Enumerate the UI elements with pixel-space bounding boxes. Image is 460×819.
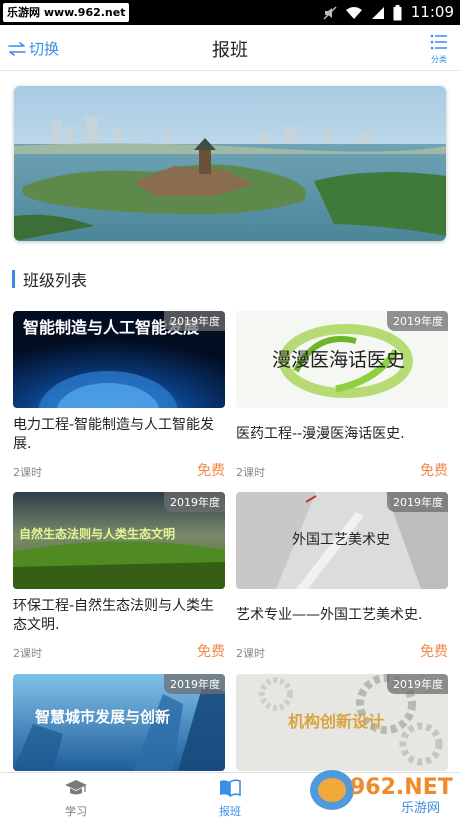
thumbnail-title: 外国工艺美术史 <box>292 532 390 548</box>
thumbnail-title: 漫漫医海话医史 <box>272 349 405 371</box>
year-badge: 2019年度 <box>387 674 448 694</box>
top-nav-bar: 切换 报班 分类 <box>0 25 460 71</box>
course-thumbnail[interactable]: 漫漫医海话医史 2019年度 <box>236 311 448 408</box>
thumbnail-title: 机构创新设计 <box>288 712 384 731</box>
brand-logo-text: 962.NET <box>350 775 453 800</box>
course-card[interactable]: 智慧城市发展与创新 2019年度 <box>13 674 225 771</box>
section-accent-bar <box>12 270 15 288</box>
course-card[interactable]: 智能制造与人工智能发展 2019年度 电力工程-智能制造与人工智能发展. 2课时… <box>13 311 225 480</box>
year-badge: 2019年度 <box>164 311 225 331</box>
course-thumbnail[interactable]: 机构创新设计 2019年度 <box>236 674 448 771</box>
tab-label: 学习 <box>65 805 87 818</box>
year-badge: 2019年度 <box>387 311 448 331</box>
watermark-logo: 962.NET 乐游网 <box>306 766 456 816</box>
price-label: 免费 <box>420 463 448 479</box>
course-card[interactable]: 外国工艺美术史 2019年度 艺术专业——外国工艺美术史. 2课时 免费 <box>236 492 448 661</box>
brand-sub-text: 乐游网 <box>401 801 440 816</box>
class-list-header: 班级列表 <box>12 268 87 290</box>
price-label: 免费 <box>420 644 448 660</box>
course-title: 电力工程-智能制造与人工智能发展. <box>13 417 215 452</box>
course-title: 医药工程--漫漫医海话医史. <box>236 426 405 442</box>
thumbnail-title: 自然生态法则与人类生态文明 <box>19 526 175 541</box>
battery-icon <box>393 4 402 20</box>
year-badge: 2019年度 <box>164 674 225 694</box>
clock: 11:09 <box>410 3 454 21</box>
course-title: 环保工程-自然生态法则与人类生态文明. <box>13 598 215 633</box>
category-label: 分类 <box>431 55 447 64</box>
course-thumbnail[interactable]: 智慧城市发展与创新 2019年度 <box>13 674 225 771</box>
tab-study[interactable]: 学习 <box>46 779 106 819</box>
course-thumbnail[interactable]: 外国工艺美术史 2019年度 <box>236 492 448 589</box>
thumbnail-title: 智慧城市发展与创新 <box>35 708 170 726</box>
watermark-label: 乐游网 www.962.net <box>3 3 130 22</box>
book-icon <box>220 779 241 798</box>
banner-image[interactable] <box>14 86 446 241</box>
status-icons <box>323 4 402 21</box>
course-card[interactable]: 自然生态法则与人类生态文明 2019年度 环保工程-自然生态法则与人类生态文明.… <box>13 492 225 661</box>
year-badge: 2019年度 <box>387 492 448 512</box>
graduation-cap-icon <box>65 780 87 795</box>
course-title: 艺术专业——外国工艺美术史. <box>236 607 423 623</box>
section-title: 班级列表 <box>23 271 88 290</box>
lesson-count: 2课时 <box>13 647 42 660</box>
course-thumbnail[interactable]: 自然生态法则与人类生态文明 2019年度 <box>13 492 225 589</box>
signal-icon <box>372 6 384 19</box>
tab-label: 报班 <box>219 805 241 818</box>
page-title: 报班 <box>212 40 248 61</box>
year-badge: 2019年度 <box>164 492 225 512</box>
lesson-count: 2课时 <box>236 466 265 479</box>
course-card[interactable]: 漫漫医海话医史 2019年度 医药工程--漫漫医海话医史. 2课时 免费 <box>236 311 448 480</box>
wifi-icon <box>346 6 362 19</box>
list-menu-icon <box>430 34 447 50</box>
course-card[interactable]: 机构创新设计 2019年度 <box>236 674 448 771</box>
status-bar: 乐游网 www.962.net 11:09 <box>0 0 460 25</box>
category-button[interactable]: 分类 <box>428 34 450 65</box>
price-label: 免费 <box>197 644 225 660</box>
mute-icon <box>323 5 337 20</box>
price-label: 免费 <box>197 463 225 479</box>
course-thumbnail[interactable]: 智能制造与人工智能发展 2019年度 <box>13 311 225 408</box>
tab-enroll[interactable]: 报班 <box>200 779 260 819</box>
lesson-count: 2课时 <box>236 647 265 660</box>
lesson-count: 2课时 <box>13 466 42 479</box>
